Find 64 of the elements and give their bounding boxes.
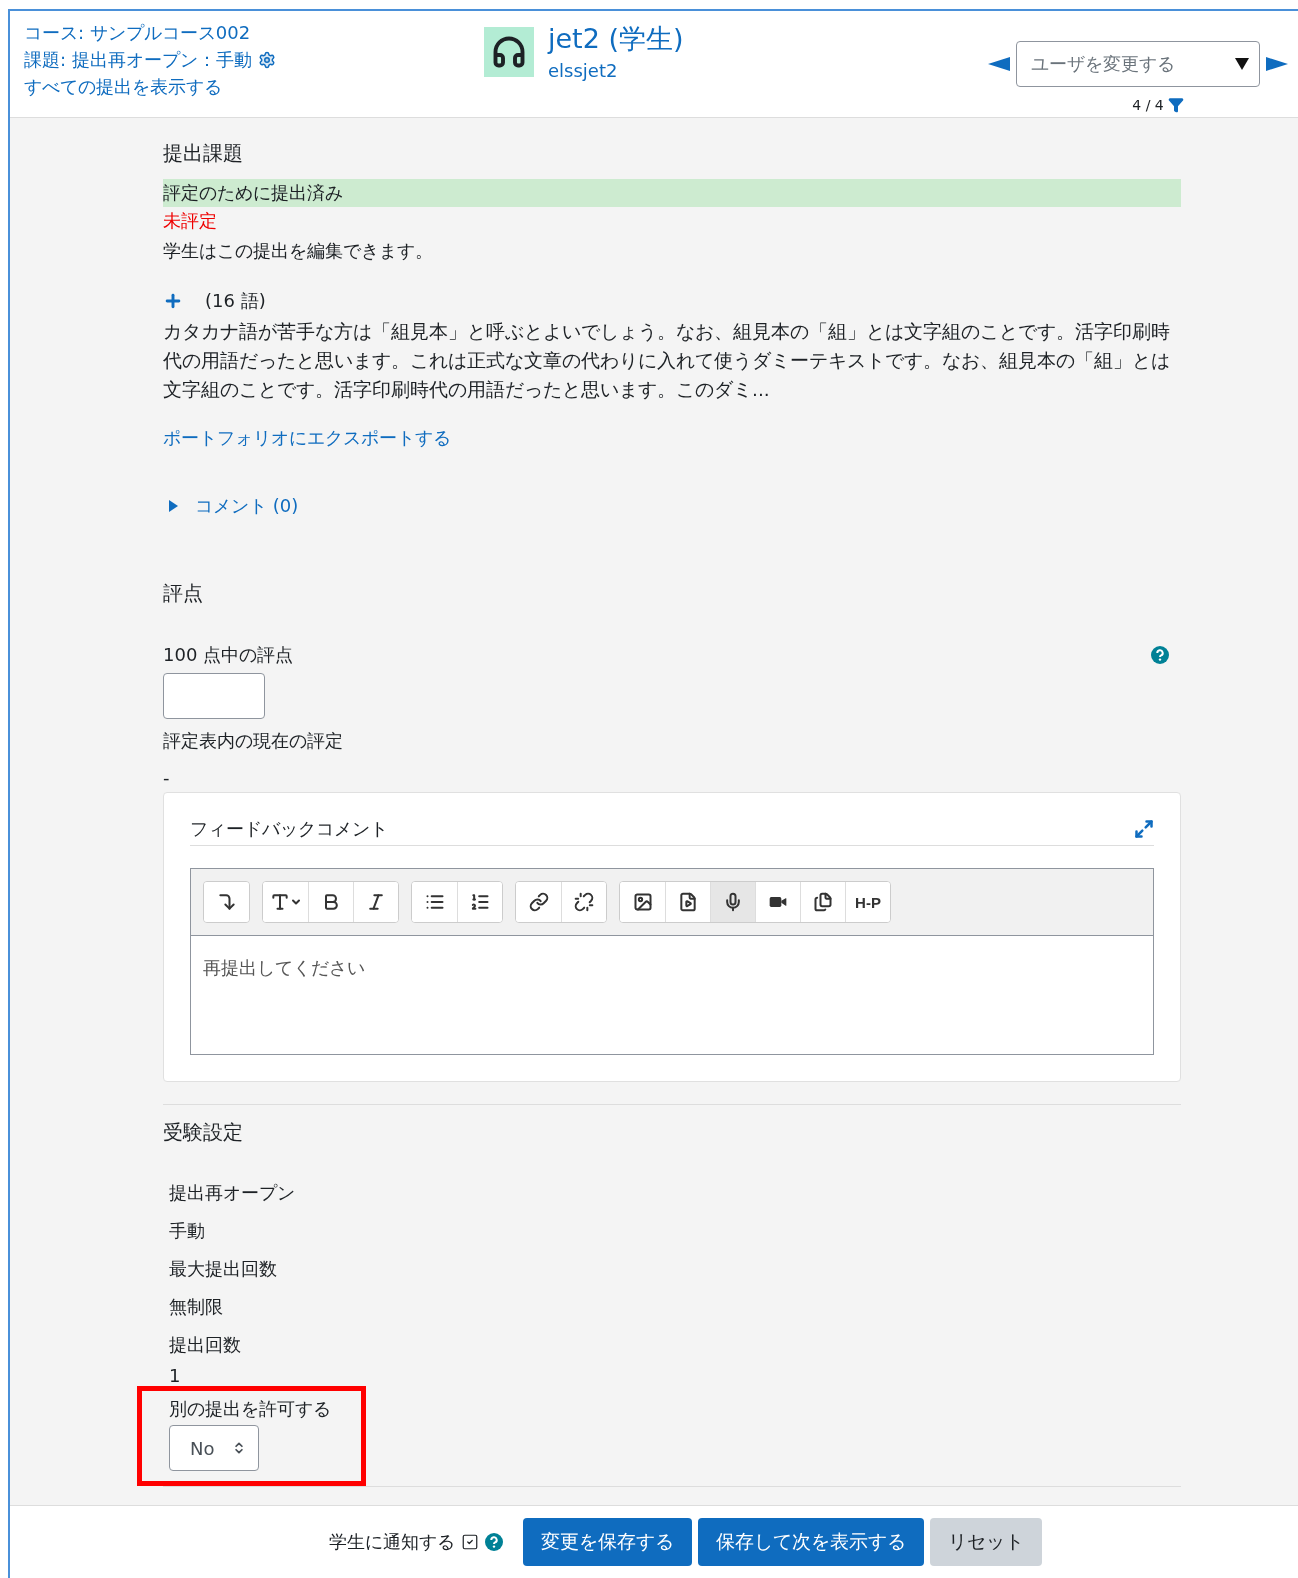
h5p-button[interactable]: H-P xyxy=(845,882,890,922)
microphone-icon xyxy=(723,892,743,912)
unlink-button[interactable] xyxy=(561,882,606,922)
caret-icon xyxy=(1235,58,1249,70)
section-heading: 評点 xyxy=(163,580,204,607)
numbered-list-icon xyxy=(470,892,490,912)
all-submissions-link[interactable]: すべての提出を表示する xyxy=(24,75,222,99)
field-label: 別の提出を許可する xyxy=(169,1397,332,1421)
setting-text: 1 xyxy=(168,1364,182,1386)
up-down-icon xyxy=(232,1441,246,1455)
user-counter: 4 / 4 xyxy=(1132,97,1164,113)
audio-button[interactable] xyxy=(710,882,755,922)
user-select[interactable]: ユーザを変更する xyxy=(1016,41,1260,87)
link-icon xyxy=(528,892,549,912)
setting-text: 最大提出回数 xyxy=(168,1257,278,1281)
previous-user-icon[interactable] xyxy=(988,57,1010,71)
grading-status: 未評定 xyxy=(163,209,218,233)
comments-toggle[interactable]: コメント (0) xyxy=(163,494,299,518)
user-avatar xyxy=(484,27,534,77)
help-icon[interactable] xyxy=(1151,646,1169,664)
user-name: jet2 (学生) xyxy=(548,22,684,56)
italic-button[interactable] xyxy=(353,882,398,922)
reset-button[interactable]: リセット xyxy=(930,1518,1042,1566)
setting-text: 手動 xyxy=(168,1219,206,1243)
image-icon xyxy=(632,892,653,912)
save-button[interactable]: 変更を保存する xyxy=(523,1518,692,1566)
arrow-down-icon xyxy=(216,892,237,912)
next-user-icon[interactable] xyxy=(1266,57,1288,71)
field-label: 100 点中の評点 xyxy=(163,643,294,667)
numbers-button[interactable] xyxy=(457,882,502,922)
section-heading: 受験設定 xyxy=(163,1119,244,1146)
card-title: フィードバックコメント xyxy=(190,817,388,841)
notify-checkbox[interactable] xyxy=(461,1533,479,1551)
files-icon xyxy=(813,892,833,912)
unlink-icon xyxy=(574,892,594,912)
grade-input[interactable] xyxy=(163,673,265,719)
setting-text: 提出回数 xyxy=(168,1333,242,1357)
allow-another-select[interactable]: No xyxy=(169,1425,259,1471)
field-label: 評定表内の現在の評定 xyxy=(163,729,344,753)
video-file-icon xyxy=(678,892,698,912)
submission-status: 評定のために提出済み xyxy=(163,179,1181,207)
word-count: (16 語) xyxy=(205,289,266,313)
settings-icon[interactable] xyxy=(257,51,276,69)
edit-note: 学生はこの提出を編集できます。 xyxy=(163,239,434,263)
username-link[interactable]: elssjet2 xyxy=(548,60,618,81)
help-icon[interactable] xyxy=(485,1533,503,1551)
setting-text: 無制限 xyxy=(168,1295,224,1319)
collapse-button[interactable] xyxy=(204,882,249,922)
current-grade: - xyxy=(163,767,171,788)
assignment-link[interactable]: 課題: 提出再オープン：手動 xyxy=(24,48,252,72)
export-link[interactable]: ポートフォリオにエクスポートする xyxy=(163,426,451,450)
caret-icon xyxy=(169,500,179,512)
italic-icon xyxy=(366,892,386,912)
expand-icon[interactable] xyxy=(163,291,183,311)
section-heading: 提出課題 xyxy=(163,140,244,167)
save-button[interactable]: 保存して次を表示する xyxy=(698,1518,924,1566)
course-link[interactable]: コース: サンプルコース002 xyxy=(24,21,251,45)
font-style-icon xyxy=(269,892,290,912)
setting-text: 提出再オープン xyxy=(168,1181,296,1205)
notify-label: 学生に通知する xyxy=(329,1530,455,1554)
bullet-list-icon xyxy=(424,892,445,912)
fullscreen-icon[interactable] xyxy=(1134,819,1154,839)
submission-excerpt: カタカナ語が苦手な方は「組見本」と呼ぶとよいでしょう。なお、組見本の「組」とは文字組のことです。活字印刷時代の用語だったと思います。これは正式な文章の代わりに入れて使うダミーテキストです。なお、組見本の「組」とは文字組のことです。活字印刷時代の用語だったと思います。このダミ... xyxy=(163,320,1171,402)
filter-icon[interactable] xyxy=(1167,97,1184,113)
